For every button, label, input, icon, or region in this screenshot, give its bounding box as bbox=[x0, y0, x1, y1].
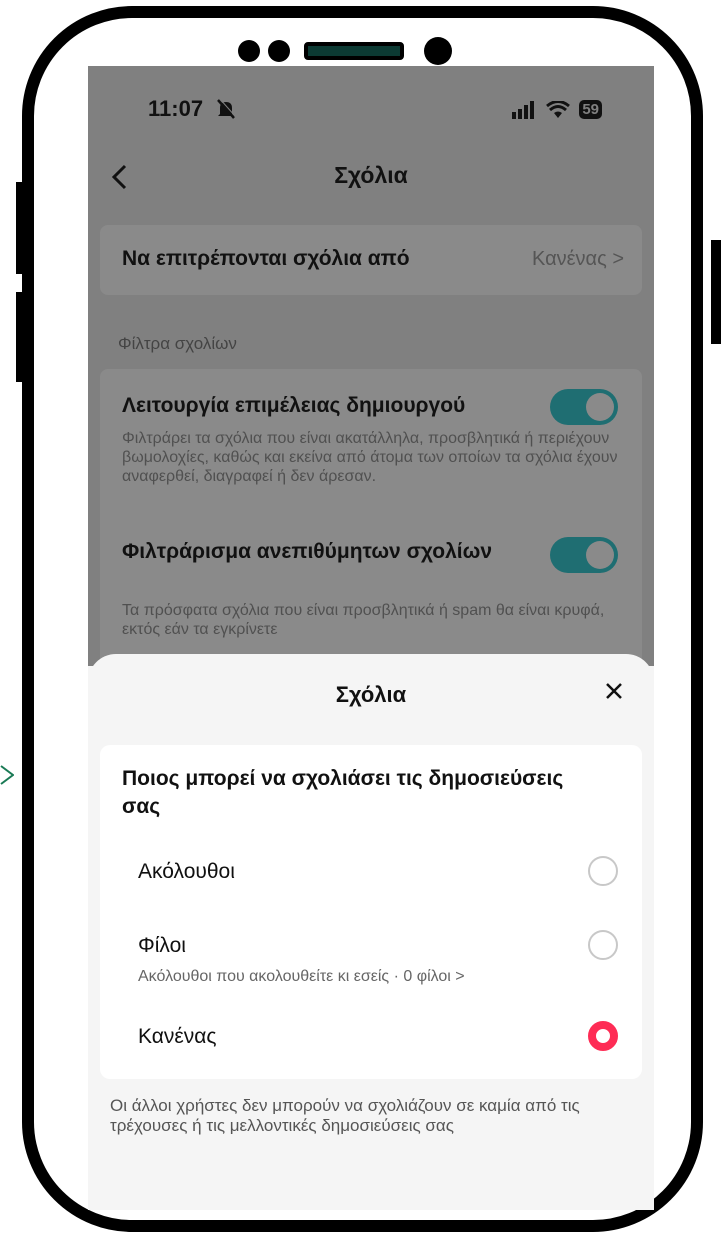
allow-comments-label: Να επιτρέπονται σχόλια από bbox=[122, 247, 410, 270]
spam-filter-toggle[interactable] bbox=[550, 537, 618, 573]
filter-title: Λειτουργία επιμέλειας δημιουργού bbox=[122, 394, 466, 417]
radio-button[interactable] bbox=[588, 930, 618, 960]
status-icons: 59 bbox=[512, 98, 602, 121]
camera-dot bbox=[424, 37, 452, 65]
arrow-icon bbox=[0, 765, 14, 785]
status-time: 11:07 bbox=[148, 96, 204, 121]
radio-button-selected[interactable] bbox=[588, 1021, 618, 1051]
phone-screen: 11:07 59 Σχόλια Να επιτρέπονται σχόλια α… bbox=[88, 66, 654, 1210]
page-title: Σχόλια bbox=[334, 162, 408, 188]
filter-description: Φιλτράρει τα σχόλια που είναι ακατάλληλα… bbox=[122, 430, 618, 485]
radio-button[interactable] bbox=[588, 856, 618, 886]
question-heading: Ποιος μπορεί να σχολιάσει τις δημοσιεύσε… bbox=[122, 767, 564, 818]
battery-level: 59 bbox=[582, 101, 599, 119]
signal-bars-icon bbox=[512, 100, 535, 119]
allow-comments-value: Κανένας > bbox=[531, 248, 624, 270]
power-button bbox=[711, 240, 721, 344]
allow-comments-row[interactable]: Να επιτρέπονται σχόλια από Κανένας > bbox=[100, 225, 642, 295]
filter-description: Τα πρόσφατα σχόλια που είναι προσβλητικά… bbox=[122, 602, 605, 638]
sensor-dot bbox=[268, 40, 290, 62]
battery-icon: 59 bbox=[579, 100, 602, 120]
close-button[interactable] bbox=[604, 676, 624, 708]
option-label: Κανένας bbox=[138, 1025, 217, 1048]
option-label: Ακόλουθοι bbox=[138, 860, 235, 883]
option-label: Φίλοι bbox=[138, 934, 186, 957]
dimmed-background: 11:07 59 Σχόλια Να επιτρέπονται σχόλια α… bbox=[88, 66, 654, 689]
footnote-text: Οι άλλοι χρήστες δεν μπορούν να σχολιάζο… bbox=[110, 1096, 580, 1135]
bottom-sheet: Σχόλια Ποιος μπορεί να σχολιάσει τις δημ… bbox=[88, 654, 654, 1210]
creator-moderation-toggle[interactable] bbox=[550, 389, 618, 425]
section-label: Φίλτρα σχολίων bbox=[118, 334, 237, 353]
speaker-grille bbox=[304, 42, 404, 60]
wifi-icon bbox=[545, 99, 570, 118]
close-icon bbox=[606, 683, 622, 699]
option-sublabel[interactable]: Ακόλουθοι που ακολουθείτε κι εσείς · 0 φ… bbox=[138, 968, 465, 986]
toggle-knob bbox=[586, 393, 614, 421]
filter-title: Φιλτράρισμα ανεπιθύμητων σχολίων bbox=[122, 540, 493, 563]
filters-card: Λειτουργία επιμέλειας δημιουργού Φιλτράρ… bbox=[100, 369, 642, 689]
options-card: Ποιος μπορεί να σχολιάσει τις δημοσιεύσε… bbox=[100, 745, 642, 1079]
sheet-title: Σχόλια bbox=[335, 682, 407, 707]
bell-slash-icon bbox=[217, 98, 236, 119]
phone-notch bbox=[238, 37, 452, 65]
toggle-knob bbox=[586, 541, 614, 569]
sensor-dot bbox=[238, 40, 260, 62]
